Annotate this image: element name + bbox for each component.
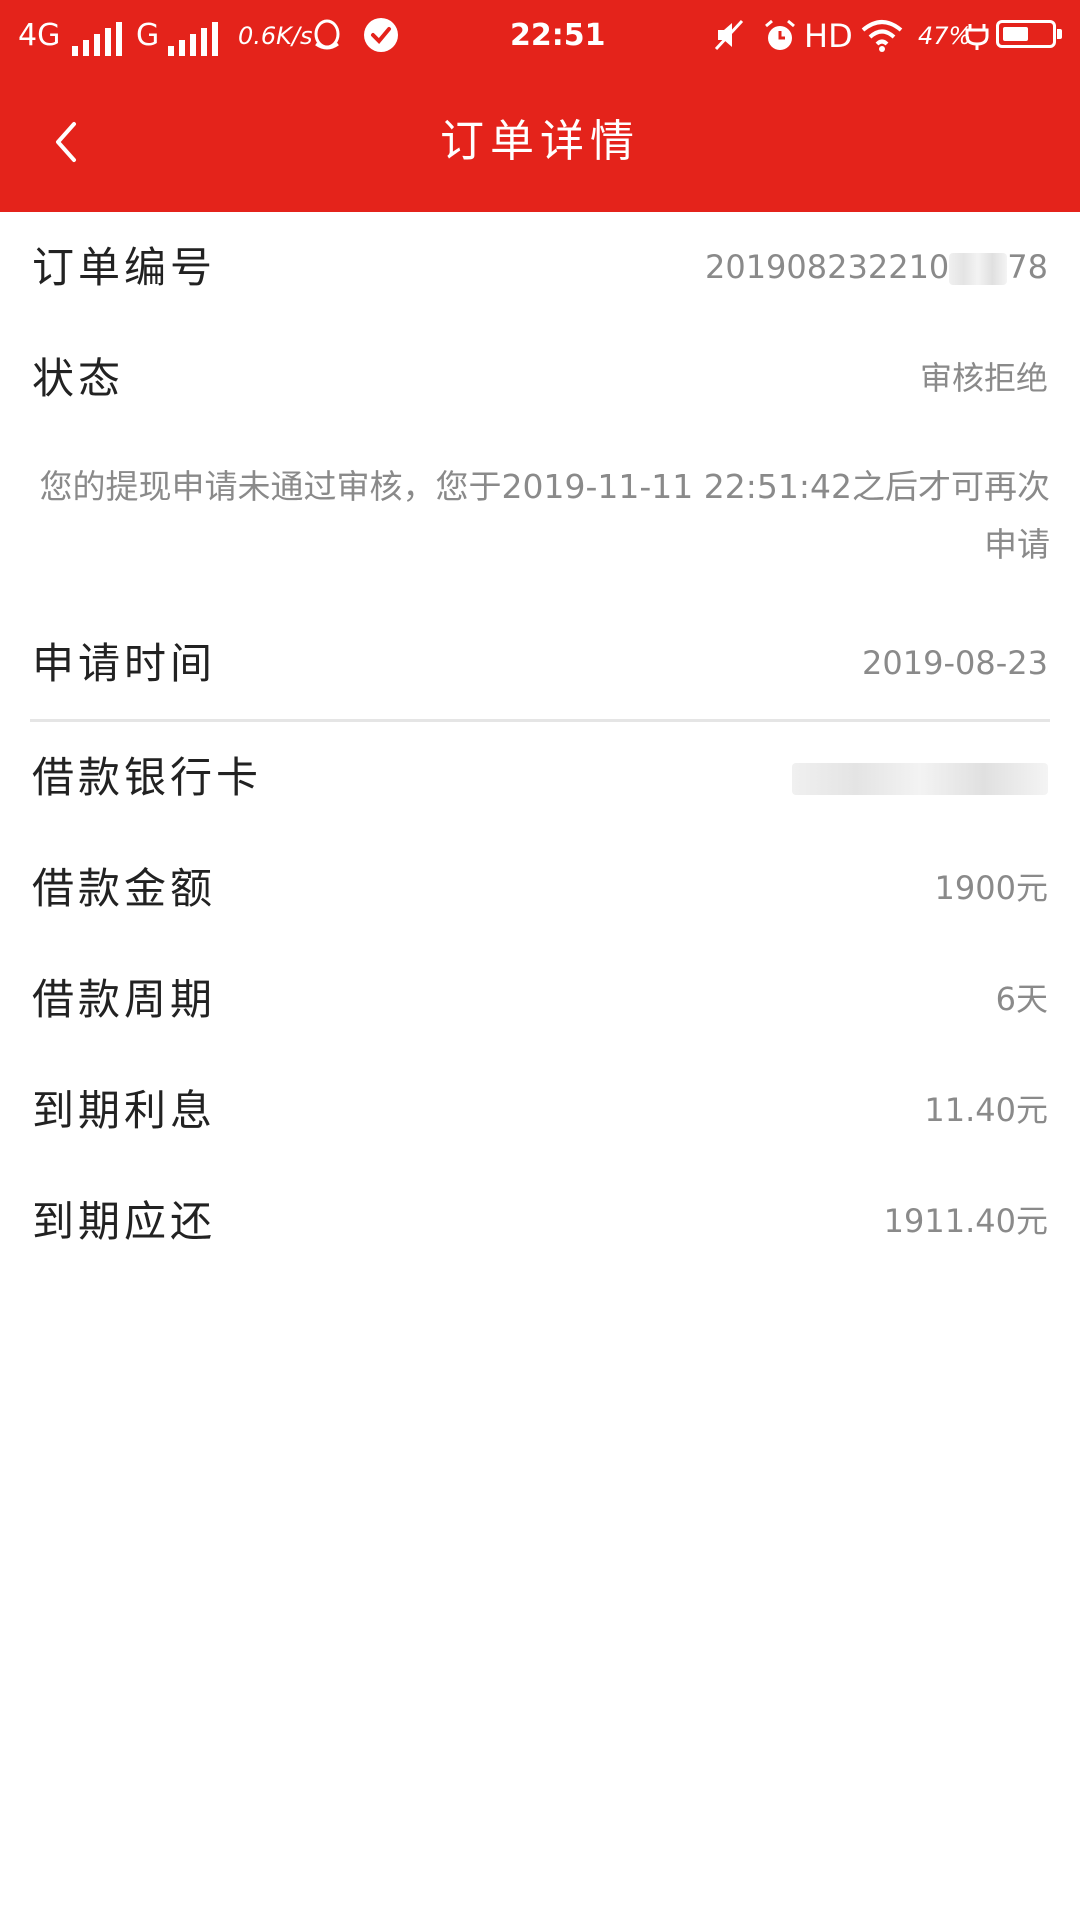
apply-time-value: 2019-08-23 [862,644,1048,682]
status-bar: 4G G 0.6K/s 22:51 HD 47% [0,0,1080,72]
amount-row: 借款金额 1900元 [30,833,1050,944]
wifi-icon [860,18,904,52]
period-value: 6天 [995,980,1048,1018]
interest-row: 到期利息 11.40元 [30,1055,1050,1166]
network-speed: 0.6K/s [238,22,313,50]
network-type-4g: 4G [18,18,61,53]
network-type-g: G [136,18,160,53]
check-circle-icon [364,18,398,52]
apply-time-label: 申请时间 [32,639,217,688]
amount-value: 1900元 [934,869,1048,907]
order-number-row: 订单编号 201908232210 78 [30,212,1050,323]
qq-icon [310,18,344,52]
order-detail-list: 订单编号 201908232210 78 状态 审核拒绝 您的提现申请未通过审核，… [0,212,1080,1277]
signal-bars-icon-2 [160,16,223,56]
bank-card-value [792,722,1048,833]
battery-icon [996,20,1062,48]
app-header: 4G G 0.6K/s 22:51 HD 47% 订单详情 [0,0,1080,212]
repay-label: 到期应还 [32,1197,217,1246]
status-row: 状态 审核拒绝 [30,323,1050,434]
hd-indicator: HD [804,17,853,55]
period-label: 借款周期 [32,975,217,1024]
navigation-bar: 订单详情 [0,72,1080,212]
blurred-bank-card [792,763,1048,795]
repay-value: 1911.40元 [883,1202,1048,1240]
bank-card-row: 借款银行卡 [30,722,1050,833]
interest-label: 到期利息 [32,1086,217,1135]
amount-label: 借款金额 [32,864,217,913]
interest-value: 11.40元 [924,1091,1048,1129]
bank-card-label: 借款银行卡 [32,753,263,802]
mute-icon [712,18,746,52]
status-note: 您的提现申请未通过审核，您于2019-11-11 22:51:42之后才可再次申… [39,467,1050,564]
alarm-icon [762,18,796,52]
clock: 22:51 [510,18,606,53]
order-number-value: 201908232210 78 [704,248,1048,286]
apply-time-row: 申请时间 2019-08-23 [30,608,1050,719]
order-number-label: 订单编号 [32,243,217,292]
status-value: 审核拒绝 [919,359,1048,397]
page-title: 订单详情 [440,116,640,167]
period-row: 借款周期 6天 [30,944,1050,1055]
blurred-digits [949,253,1008,285]
charging-plug-icon [964,18,990,52]
status-label: 状态 [32,354,125,403]
repay-row: 到期应还 1911.40元 [30,1166,1050,1277]
signal-bars-icon [64,16,127,56]
